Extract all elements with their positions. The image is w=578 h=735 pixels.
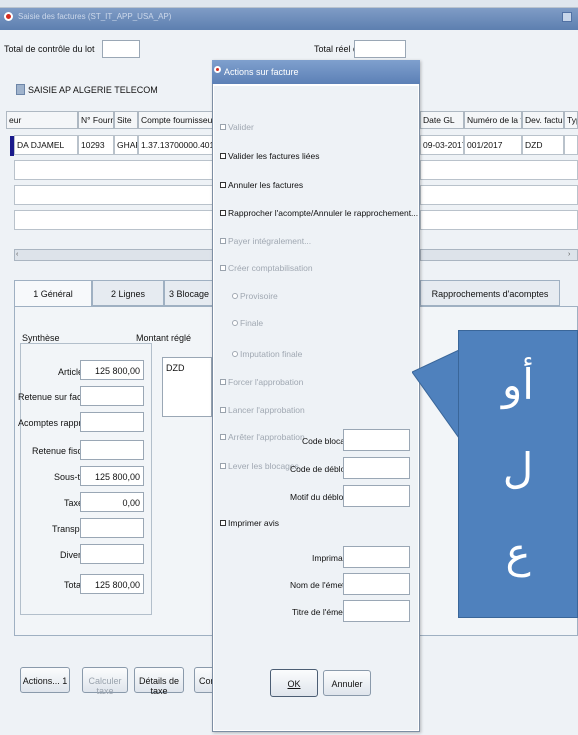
- draft-radio[interactable]: [232, 293, 238, 299]
- force-approval-checkbox[interactable]: [220, 379, 226, 385]
- toolbar-strip: [0, 0, 578, 8]
- window-title: Saisie des factures (ST_IT_APP_USA_AP): [18, 12, 172, 21]
- window-maximize-icon[interactable]: [562, 12, 572, 22]
- cell-supplier-number[interactable]: 10293: [78, 135, 114, 155]
- cancel-invoices-checkbox[interactable]: [220, 182, 226, 188]
- callout-line-3: ع: [505, 528, 531, 577]
- final-post-label: Imputation finale: [240, 349, 303, 359]
- col-type: Typ: [564, 111, 578, 129]
- cell-gl-date[interactable]: 09-03-2017: [420, 135, 464, 155]
- cell-site[interactable]: GHARDA: [114, 135, 138, 155]
- tax-value: 0,00: [80, 492, 144, 512]
- tax-withholding-value: [80, 440, 144, 460]
- control-total-label: Total de contrôle du lot: [4, 44, 95, 54]
- entry-label: SAISIE AP ALGERIE TELECOM: [28, 85, 158, 95]
- col-supplier-number: N° Fournis: [78, 111, 114, 129]
- misc-value: [80, 544, 144, 564]
- tab-prepayments[interactable]: Rapprochements d'acomptes: [420, 280, 560, 306]
- pay-in-full-label: Payer intégralement...: [228, 236, 312, 246]
- final-post-radio[interactable]: [232, 351, 238, 357]
- subtotal-value: 125 800,00: [80, 466, 144, 486]
- print-notice-checkbox[interactable]: [220, 520, 226, 526]
- tab-general[interactable]: 1 Général: [14, 280, 92, 306]
- tab-lines[interactable]: 2 Lignes: [92, 280, 164, 306]
- prepayments-value: [80, 412, 144, 432]
- cell-invoice-number[interactable]: 001/2017: [464, 135, 522, 155]
- cancel-button[interactable]: Annuler: [323, 670, 371, 696]
- col-supplier-account: Compte fournisseur: [138, 111, 214, 129]
- apply-prepayment-checkbox[interactable]: [220, 210, 226, 216]
- validate-label: Valider: [228, 122, 254, 132]
- grid-empty-row[interactable]: [420, 185, 578, 205]
- final-label: Finale: [240, 318, 264, 328]
- actions-button[interactable]: Actions... 1: [20, 667, 70, 693]
- dialog-title: Actions sur facture: [224, 67, 299, 77]
- grid-empty-row[interactable]: [14, 160, 214, 180]
- sender-name-field[interactable]: [343, 573, 410, 595]
- control-total-field[interactable]: [102, 40, 140, 58]
- stop-approval-checkbox[interactable]: [220, 434, 226, 440]
- cancel-invoices-label: Annuler les factures: [228, 180, 304, 190]
- final-radio[interactable]: [232, 320, 238, 326]
- release-holds-label: Lever les blocages: [228, 461, 299, 471]
- grid-empty-row[interactable]: [420, 210, 578, 230]
- callout-annotation: أو ل ع: [458, 330, 578, 618]
- print-notice-label: Imprimer avis: [228, 518, 280, 528]
- paid-currency: DZD: [166, 363, 185, 373]
- grid-empty-row[interactable]: [420, 160, 578, 180]
- release-holds-checkbox[interactable]: [220, 463, 226, 469]
- horizontal-scrollbar[interactable]: [14, 249, 214, 261]
- cell-supplier[interactable]: DA DJAMEL: [14, 135, 78, 155]
- col-supplier: eur: [6, 111, 78, 129]
- printer-field[interactable]: [343, 546, 410, 568]
- tab-holds[interactable]: 3 Blocage: [164, 280, 214, 306]
- cell-supplier-account[interactable]: 1.37.13700000.4012000000.0: [138, 135, 214, 155]
- grid-empty-row[interactable]: [14, 210, 214, 230]
- release-code-field[interactable]: [343, 457, 410, 479]
- oracle-logo-icon: [4, 12, 13, 21]
- validate-related-checkbox[interactable]: [220, 153, 226, 159]
- cell-type[interactable]: [564, 135, 578, 155]
- scroll-left-icon[interactable]: ‹: [16, 251, 24, 259]
- callout-line-1: أو: [502, 360, 534, 409]
- force-approval-label: Forcer l'approbation: [228, 377, 304, 387]
- summary-heading: Synthèse: [22, 333, 60, 343]
- scroll-right-icon[interactable]: ›: [568, 251, 576, 259]
- draft-label: Provisoire: [240, 291, 278, 301]
- col-invoice-currency: Dev. facturat.: [522, 111, 564, 129]
- ok-button[interactable]: OK: [270, 669, 318, 697]
- document-icon: [16, 84, 25, 95]
- callout-pointer: [412, 350, 460, 440]
- create-accounting-checkbox[interactable]: [220, 265, 226, 271]
- articles-value: 125 800,00: [80, 360, 144, 380]
- transport-value: [80, 518, 144, 538]
- horizontal-scrollbar-right[interactable]: [420, 249, 578, 261]
- validate-checkbox[interactable]: [220, 124, 226, 130]
- start-approval-checkbox[interactable]: [220, 407, 226, 413]
- hold-code-field[interactable]: [343, 429, 410, 451]
- sender-title-field[interactable]: [343, 600, 410, 622]
- real-total-field[interactable]: [354, 40, 406, 58]
- validate-related-label: Valider les factures liées: [228, 151, 320, 161]
- calculate-tax-button[interactable]: Calculer taxe: [82, 667, 128, 696]
- start-approval-label: Lancer l'approbation: [228, 405, 305, 415]
- withholding-value: [80, 386, 144, 406]
- pay-in-full-checkbox[interactable]: [220, 238, 226, 244]
- callout-line-2: ل: [502, 444, 534, 493]
- oracle-dialog-icon: [214, 66, 221, 73]
- cell-invoice-currency[interactable]: DZD: [522, 135, 564, 155]
- col-site: Site: [114, 111, 138, 129]
- grid-empty-row[interactable]: [14, 185, 214, 205]
- release-reason-field[interactable]: [343, 485, 410, 507]
- stop-approval-label: Arrêter l'approbation: [228, 432, 305, 442]
- col-gl-date: Date GL: [420, 111, 464, 129]
- create-accounting-label: Créer comptabilisation: [228, 263, 313, 273]
- paid-amount-heading: Montant réglé: [136, 333, 192, 343]
- apply-prepayment-label: Rapprocher l'acompte/Annuler le rapproch…: [228, 208, 419, 218]
- col-invoice-number: Numéro de la facture: [464, 111, 522, 129]
- total-value: 125 800,00: [80, 574, 144, 594]
- tax-details-button[interactable]: Détails de taxe: [134, 667, 184, 696]
